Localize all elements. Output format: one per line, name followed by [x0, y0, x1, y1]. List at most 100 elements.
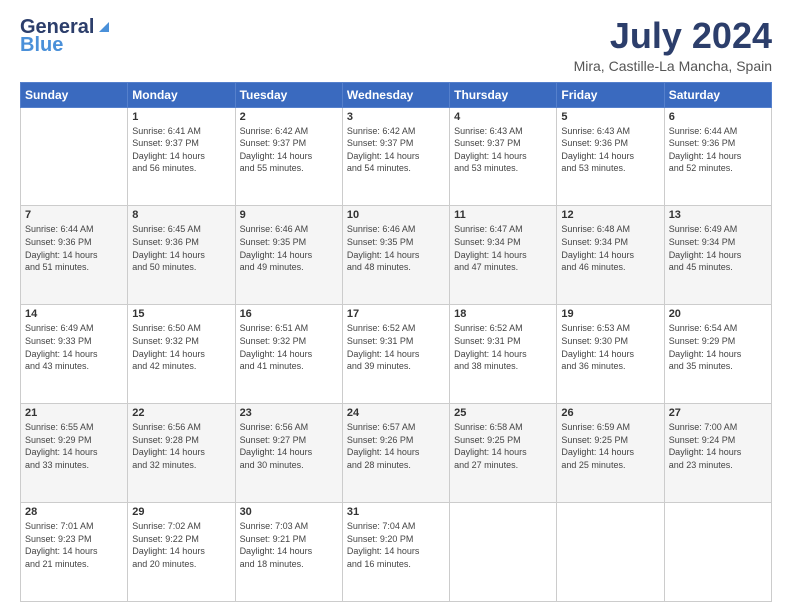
day-info: Sunrise: 6:58 AM Sunset: 9:25 PM Dayligh… [454, 421, 552, 471]
calendar-day-cell: 20 Sunrise: 6:54 AM Sunset: 9:29 PM Dayli… [664, 305, 771, 404]
day-info: Sunrise: 6:45 AM Sunset: 9:36 PM Dayligh… [132, 223, 230, 273]
day-info: Sunrise: 6:57 AM Sunset: 9:26 PM Dayligh… [347, 421, 445, 471]
day-info: Sunrise: 6:43 AM Sunset: 9:36 PM Dayligh… [561, 125, 659, 175]
day-info: Sunrise: 7:01 AM Sunset: 9:23 PM Dayligh… [25, 520, 123, 570]
calendar-day-cell: 25Sunrise: 6:58 AM Sunset: 9:25 PM Dayli… [450, 404, 557, 503]
day-number: 24 [347, 407, 445, 419]
day-number: 31 [347, 506, 445, 518]
calendar-day-cell: 9 Sunrise: 6:46 AM Sunset: 9:35 PM Daylig… [235, 206, 342, 305]
logo-blue-text: Blue [20, 34, 113, 56]
calendar-day-cell: 5 Sunrise: 6:43 AM Sunset: 9:36 PM Daylig… [557, 107, 664, 206]
day-info: Sunrise: 6:50 AM Sunset: 9:32 PM Dayligh… [132, 322, 230, 372]
day-info: Sunrise: 6:52 AM Sunset: 9:31 PM Dayligh… [347, 322, 445, 372]
day-info: Sunrise: 6:41 AM Sunset: 9:37 PM Dayligh… [132, 125, 230, 175]
day-number: 19 [561, 308, 659, 320]
day-of-week-header: Friday [557, 82, 664, 107]
calendar-day-cell: 22 Sunrise: 6:56 AM Sunset: 9:28 PM Dayli… [128, 404, 235, 503]
calendar-week-row: 7Sunrise: 6:44 AM Sunset: 9:36 PM Daylig… [21, 206, 772, 305]
calendar-day-cell: 27 Sunrise: 7:00 AM Sunset: 9:24 PM Dayli… [664, 404, 771, 503]
day-info: Sunrise: 6:56 AM Sunset: 9:28 PM Dayligh… [132, 421, 230, 471]
day-info: Sunrise: 6:59 AM Sunset: 9:25 PM Dayligh… [561, 421, 659, 471]
day-of-week-header: Saturday [664, 82, 771, 107]
day-number: 28 [25, 506, 123, 518]
calendar-week-row: 28 Sunrise: 7:01 AM Sunset: 9:23 PM Dayli… [21, 503, 772, 602]
calendar-day-cell: 7Sunrise: 6:44 AM Sunset: 9:36 PM Daylig… [21, 206, 128, 305]
calendar-header-row: SundayMondayTuesdayWednesdayThursdayFrid… [21, 82, 772, 107]
empty-cell [557, 503, 664, 602]
calendar-day-cell: 16 Sunrise: 6:51 AM Sunset: 9:32 PM Dayli… [235, 305, 342, 404]
day-info: Sunrise: 7:04 AM Sunset: 9:20 PM Dayligh… [347, 520, 445, 570]
day-info: Sunrise: 7:00 AM Sunset: 9:24 PM Dayligh… [669, 421, 767, 471]
day-number: 29 [132, 506, 230, 518]
day-info: Sunrise: 6:42 AM Sunset: 9:37 PM Dayligh… [347, 125, 445, 175]
calendar-day-cell: 26 Sunrise: 6:59 AM Sunset: 9:25 PM Dayli… [557, 404, 664, 503]
day-number: 6 [669, 111, 767, 123]
day-number: 14 [25, 308, 123, 320]
calendar-day-cell: 6Sunrise: 6:44 AM Sunset: 9:36 PM Daylig… [664, 107, 771, 206]
day-number: 4 [454, 111, 552, 123]
day-number: 3 [347, 111, 445, 123]
day-number: 8 [132, 209, 230, 221]
calendar-day-cell: 18 Sunrise: 6:52 AM Sunset: 9:31 PM Dayli… [450, 305, 557, 404]
calendar-table: SundayMondayTuesdayWednesdayThursdayFrid… [20, 82, 772, 602]
calendar-day-cell: 29 Sunrise: 7:02 AM Sunset: 9:22 PM Dayli… [128, 503, 235, 602]
day-number: 16 [240, 308, 338, 320]
empty-cell [21, 107, 128, 206]
page: General Blue July 2024 Mira, Castille-La… [0, 0, 792, 612]
subtitle: Mira, Castille-La Mancha, Spain [574, 58, 772, 74]
day-number: 5 [561, 111, 659, 123]
calendar-day-cell: 2 Sunrise: 6:42 AM Sunset: 9:37 PM Daylig… [235, 107, 342, 206]
logo: General Blue [20, 16, 113, 56]
day-number: 22 [132, 407, 230, 419]
day-of-week-header: Wednesday [342, 82, 449, 107]
empty-cell [664, 503, 771, 602]
day-info: Sunrise: 6:51 AM Sunset: 9:32 PM Dayligh… [240, 322, 338, 372]
calendar-day-cell: 13 Sunrise: 6:49 AM Sunset: 9:34 PM Dayli… [664, 206, 771, 305]
title-block: July 2024 Mira, Castille-La Mancha, Spai… [574, 16, 772, 74]
calendar-day-cell: 21Sunrise: 6:55 AM Sunset: 9:29 PM Dayli… [21, 404, 128, 503]
main-title: July 2024 [574, 16, 772, 56]
day-info: Sunrise: 6:56 AM Sunset: 9:27 PM Dayligh… [240, 421, 338, 471]
day-number: 18 [454, 308, 552, 320]
day-info: Sunrise: 6:53 AM Sunset: 9:30 PM Dayligh… [561, 322, 659, 372]
day-of-week-header: Monday [128, 82, 235, 107]
day-info: Sunrise: 6:43 AM Sunset: 9:37 PM Dayligh… [454, 125, 552, 175]
calendar-day-cell: 8 Sunrise: 6:45 AM Sunset: 9:36 PM Daylig… [128, 206, 235, 305]
calendar-day-cell: 31 Sunrise: 7:04 AM Sunset: 9:20 PM Dayli… [342, 503, 449, 602]
calendar-day-cell: 28 Sunrise: 7:01 AM Sunset: 9:23 PM Dayli… [21, 503, 128, 602]
day-info: Sunrise: 6:42 AM Sunset: 9:37 PM Dayligh… [240, 125, 338, 175]
day-info: Sunrise: 6:49 AM Sunset: 9:33 PM Dayligh… [25, 322, 123, 372]
day-info: Sunrise: 6:52 AM Sunset: 9:31 PM Dayligh… [454, 322, 552, 372]
day-info: Sunrise: 7:02 AM Sunset: 9:22 PM Dayligh… [132, 520, 230, 570]
day-of-week-header: Sunday [21, 82, 128, 107]
day-info: Sunrise: 6:47 AM Sunset: 9:34 PM Dayligh… [454, 223, 552, 273]
day-number: 26 [561, 407, 659, 419]
day-info: Sunrise: 6:49 AM Sunset: 9:34 PM Dayligh… [669, 223, 767, 273]
calendar-day-cell: 14 Sunrise: 6:49 AM Sunset: 9:33 PM Dayli… [21, 305, 128, 404]
day-info: Sunrise: 6:54 AM Sunset: 9:29 PM Dayligh… [669, 322, 767, 372]
day-number: 21 [25, 407, 123, 419]
calendar-day-cell: 10 Sunrise: 6:46 AM Sunset: 9:35 PM Dayli… [342, 206, 449, 305]
day-number: 27 [669, 407, 767, 419]
day-info: Sunrise: 6:48 AM Sunset: 9:34 PM Dayligh… [561, 223, 659, 273]
calendar-week-row: 21Sunrise: 6:55 AM Sunset: 9:29 PM Dayli… [21, 404, 772, 503]
day-info: Sunrise: 6:46 AM Sunset: 9:35 PM Dayligh… [347, 223, 445, 273]
day-number: 20 [669, 308, 767, 320]
day-number: 2 [240, 111, 338, 123]
day-number: 13 [669, 209, 767, 221]
day-of-week-header: Tuesday [235, 82, 342, 107]
day-number: 15 [132, 308, 230, 320]
calendar-week-row: 1Sunrise: 6:41 AM Sunset: 9:37 PM Daylig… [21, 107, 772, 206]
day-info: Sunrise: 6:46 AM Sunset: 9:35 PM Dayligh… [240, 223, 338, 273]
empty-cell [450, 503, 557, 602]
calendar-day-cell: 12Sunrise: 6:48 AM Sunset: 9:34 PM Dayli… [557, 206, 664, 305]
calendar-day-cell: 3 Sunrise: 6:42 AM Sunset: 9:37 PM Daylig… [342, 107, 449, 206]
calendar-day-cell: 11 Sunrise: 6:47 AM Sunset: 9:34 PM Dayli… [450, 206, 557, 305]
day-number: 11 [454, 209, 552, 221]
day-number: 17 [347, 308, 445, 320]
day-of-week-header: Thursday [450, 82, 557, 107]
day-info: Sunrise: 7:03 AM Sunset: 9:21 PM Dayligh… [240, 520, 338, 570]
day-number: 23 [240, 407, 338, 419]
day-number: 9 [240, 209, 338, 221]
day-number: 10 [347, 209, 445, 221]
